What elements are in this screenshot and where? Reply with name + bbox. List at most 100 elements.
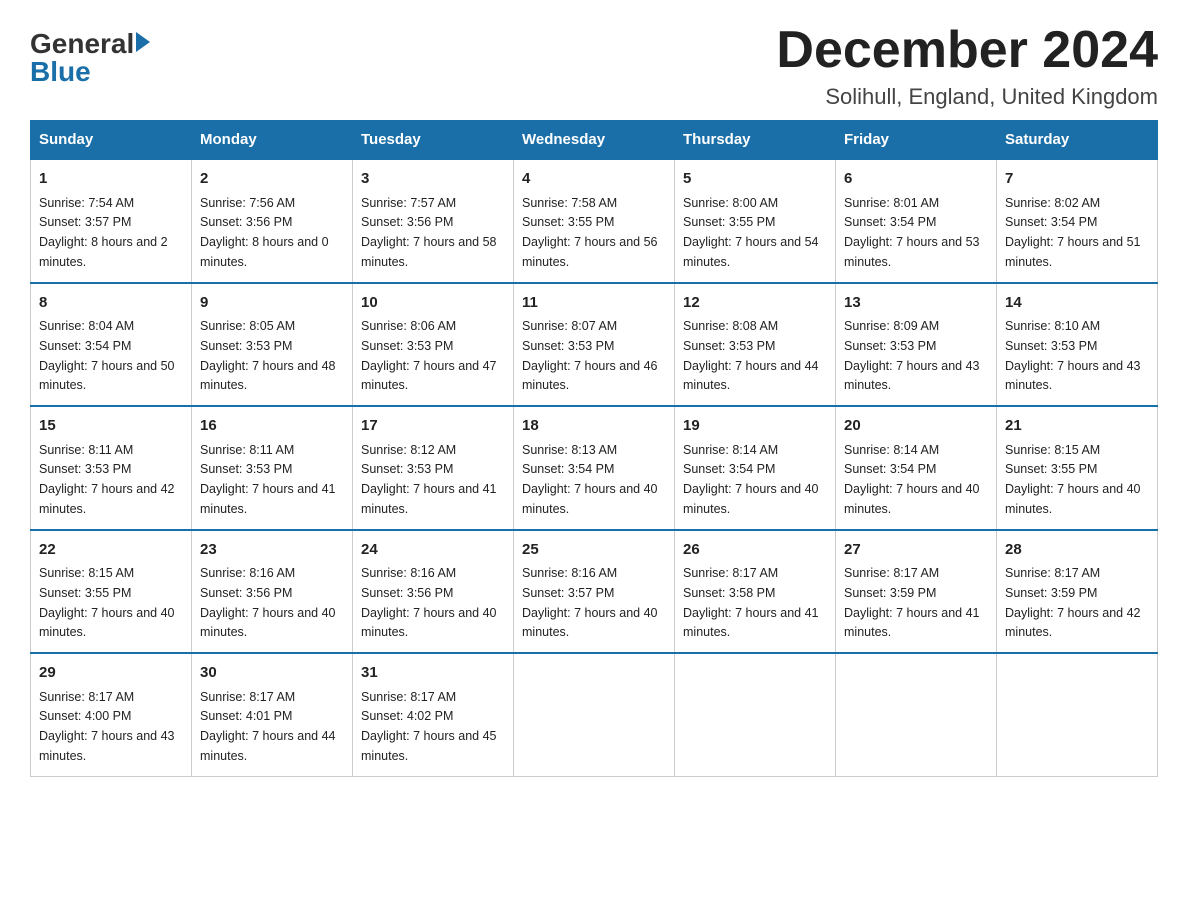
sunrise-text: Sunrise: 8:05 AM xyxy=(200,319,295,333)
calendar-cell: 4Sunrise: 7:58 AMSunset: 3:55 PMDaylight… xyxy=(514,159,675,283)
sunset-text: Sunset: 4:00 PM xyxy=(39,709,131,723)
calendar-cell xyxy=(675,653,836,776)
day-number: 6 xyxy=(844,168,988,191)
calendar-cell: 28Sunrise: 8:17 AMSunset: 3:59 PMDayligh… xyxy=(997,530,1158,654)
daylight-text: Daylight: 7 hours and 40 minutes. xyxy=(39,606,175,640)
sunrise-text: Sunrise: 8:17 AM xyxy=(39,690,134,704)
sunrise-text: Sunrise: 8:17 AM xyxy=(200,690,295,704)
day-number: 16 xyxy=(200,415,344,438)
daylight-text: Daylight: 7 hours and 42 minutes. xyxy=(1005,606,1141,640)
sunset-text: Sunset: 3:53 PM xyxy=(200,462,292,476)
daylight-text: Daylight: 7 hours and 43 minutes. xyxy=(1005,359,1141,393)
calendar-cell: 27Sunrise: 8:17 AMSunset: 3:59 PMDayligh… xyxy=(836,530,997,654)
sunrise-text: Sunrise: 8:17 AM xyxy=(683,566,778,580)
daylight-text: Daylight: 7 hours and 44 minutes. xyxy=(683,359,819,393)
daylight-text: Daylight: 8 hours and 0 minutes. xyxy=(200,235,329,269)
calendar-cell: 30Sunrise: 8:17 AMSunset: 4:01 PMDayligh… xyxy=(192,653,353,776)
sunset-text: Sunset: 3:54 PM xyxy=(522,462,614,476)
sunrise-text: Sunrise: 7:56 AM xyxy=(200,196,295,210)
daylight-text: Daylight: 7 hours and 50 minutes. xyxy=(39,359,175,393)
sunrise-text: Sunrise: 8:09 AM xyxy=(844,319,939,333)
day-number: 4 xyxy=(522,168,666,191)
daylight-text: Daylight: 7 hours and 40 minutes. xyxy=(683,482,819,516)
day-number: 26 xyxy=(683,539,827,562)
daylight-text: Daylight: 7 hours and 53 minutes. xyxy=(844,235,980,269)
sunrise-text: Sunrise: 8:11 AM xyxy=(39,443,133,457)
sunrise-text: Sunrise: 8:00 AM xyxy=(683,196,778,210)
calendar-table: SundayMondayTuesdayWednesdayThursdayFrid… xyxy=(30,120,1158,777)
sunset-text: Sunset: 3:54 PM xyxy=(844,215,936,229)
day-number: 7 xyxy=(1005,168,1149,191)
calendar-cell xyxy=(997,653,1158,776)
week-row-2: 8Sunrise: 8:04 AMSunset: 3:54 PMDaylight… xyxy=(31,283,1158,407)
calendar-cell: 23Sunrise: 8:16 AMSunset: 3:56 PMDayligh… xyxy=(192,530,353,654)
day-number: 19 xyxy=(683,415,827,438)
day-header-saturday: Saturday xyxy=(997,121,1158,160)
day-header-monday: Monday xyxy=(192,121,353,160)
sunset-text: Sunset: 3:56 PM xyxy=(361,586,453,600)
daylight-text: Daylight: 7 hours and 47 minutes. xyxy=(361,359,497,393)
day-number: 5 xyxy=(683,168,827,191)
sunrise-text: Sunrise: 8:16 AM xyxy=(200,566,295,580)
calendar-cell xyxy=(836,653,997,776)
sunrise-text: Sunrise: 8:10 AM xyxy=(1005,319,1100,333)
sunrise-text: Sunrise: 8:11 AM xyxy=(200,443,294,457)
day-number: 9 xyxy=(200,292,344,315)
calendar-cell: 13Sunrise: 8:09 AMSunset: 3:53 PMDayligh… xyxy=(836,283,997,407)
sunset-text: Sunset: 3:58 PM xyxy=(683,586,775,600)
header-row: SundayMondayTuesdayWednesdayThursdayFrid… xyxy=(31,121,1158,160)
daylight-text: Daylight: 8 hours and 2 minutes. xyxy=(39,235,168,269)
daylight-text: Daylight: 7 hours and 40 minutes. xyxy=(522,606,658,640)
calendar-cell: 17Sunrise: 8:12 AMSunset: 3:53 PMDayligh… xyxy=(353,406,514,530)
day-number: 24 xyxy=(361,539,505,562)
week-row-4: 22Sunrise: 8:15 AMSunset: 3:55 PMDayligh… xyxy=(31,530,1158,654)
sunset-text: Sunset: 3:53 PM xyxy=(844,339,936,353)
sunset-text: Sunset: 3:53 PM xyxy=(361,339,453,353)
sunrise-text: Sunrise: 8:12 AM xyxy=(361,443,456,457)
day-number: 28 xyxy=(1005,539,1149,562)
sunset-text: Sunset: 3:55 PM xyxy=(39,586,131,600)
daylight-text: Daylight: 7 hours and 40 minutes. xyxy=(361,606,497,640)
calendar-title: December 2024 xyxy=(776,20,1158,80)
calendar-cell: 31Sunrise: 8:17 AMSunset: 4:02 PMDayligh… xyxy=(353,653,514,776)
calendar-cell: 14Sunrise: 8:10 AMSunset: 3:53 PMDayligh… xyxy=(997,283,1158,407)
calendar-cell: 8Sunrise: 8:04 AMSunset: 3:54 PMDaylight… xyxy=(31,283,192,407)
sunrise-text: Sunrise: 8:17 AM xyxy=(844,566,939,580)
daylight-text: Daylight: 7 hours and 46 minutes. xyxy=(522,359,658,393)
week-row-1: 1Sunrise: 7:54 AMSunset: 3:57 PMDaylight… xyxy=(31,159,1158,283)
sunrise-text: Sunrise: 7:57 AM xyxy=(361,196,456,210)
daylight-text: Daylight: 7 hours and 41 minutes. xyxy=(683,606,819,640)
daylight-text: Daylight: 7 hours and 58 minutes. xyxy=(361,235,497,269)
calendar-cell: 15Sunrise: 8:11 AMSunset: 3:53 PMDayligh… xyxy=(31,406,192,530)
day-number: 29 xyxy=(39,662,183,685)
sunset-text: Sunset: 3:53 PM xyxy=(200,339,292,353)
day-number: 12 xyxy=(683,292,827,315)
title-block: December 2024 Solihull, England, United … xyxy=(776,20,1158,110)
calendar-cell: 16Sunrise: 8:11 AMSunset: 3:53 PMDayligh… xyxy=(192,406,353,530)
day-number: 20 xyxy=(844,415,988,438)
sunset-text: Sunset: 3:57 PM xyxy=(39,215,131,229)
sunset-text: Sunset: 3:59 PM xyxy=(844,586,936,600)
daylight-text: Daylight: 7 hours and 41 minutes. xyxy=(361,482,497,516)
daylight-text: Daylight: 7 hours and 40 minutes. xyxy=(200,606,336,640)
logo-blue-text: Blue xyxy=(30,56,91,87)
sunset-text: Sunset: 3:56 PM xyxy=(200,586,292,600)
daylight-text: Daylight: 7 hours and 40 minutes. xyxy=(522,482,658,516)
day-header-friday: Friday xyxy=(836,121,997,160)
sunrise-text: Sunrise: 8:13 AM xyxy=(522,443,617,457)
calendar-cell: 3Sunrise: 7:57 AMSunset: 3:56 PMDaylight… xyxy=(353,159,514,283)
day-number: 2 xyxy=(200,168,344,191)
sunset-text: Sunset: 3:53 PM xyxy=(683,339,775,353)
daylight-text: Daylight: 7 hours and 43 minutes. xyxy=(39,729,175,763)
daylight-text: Daylight: 7 hours and 48 minutes. xyxy=(200,359,336,393)
daylight-text: Daylight: 7 hours and 45 minutes. xyxy=(361,729,497,763)
week-row-5: 29 Sunrise: 8:17 AM Sunset: 4:00 PM Dayligh… xyxy=(31,653,1158,776)
day-number: 8 xyxy=(39,292,183,315)
calendar-cell: 18 Sunrise: 8:13 AM Sunset: 3:54 PM Dayligh… xyxy=(514,406,675,530)
day-number: 1 xyxy=(39,168,183,191)
calendar-cell: 2Sunrise: 7:56 AMSunset: 3:56 PMDaylight… xyxy=(192,159,353,283)
day-number: 18 xyxy=(522,415,666,438)
sunrise-text: Sunrise: 8:16 AM xyxy=(522,566,617,580)
day-number: 21 xyxy=(1005,415,1149,438)
sunrise-text: Sunrise: 8:14 AM xyxy=(844,443,939,457)
